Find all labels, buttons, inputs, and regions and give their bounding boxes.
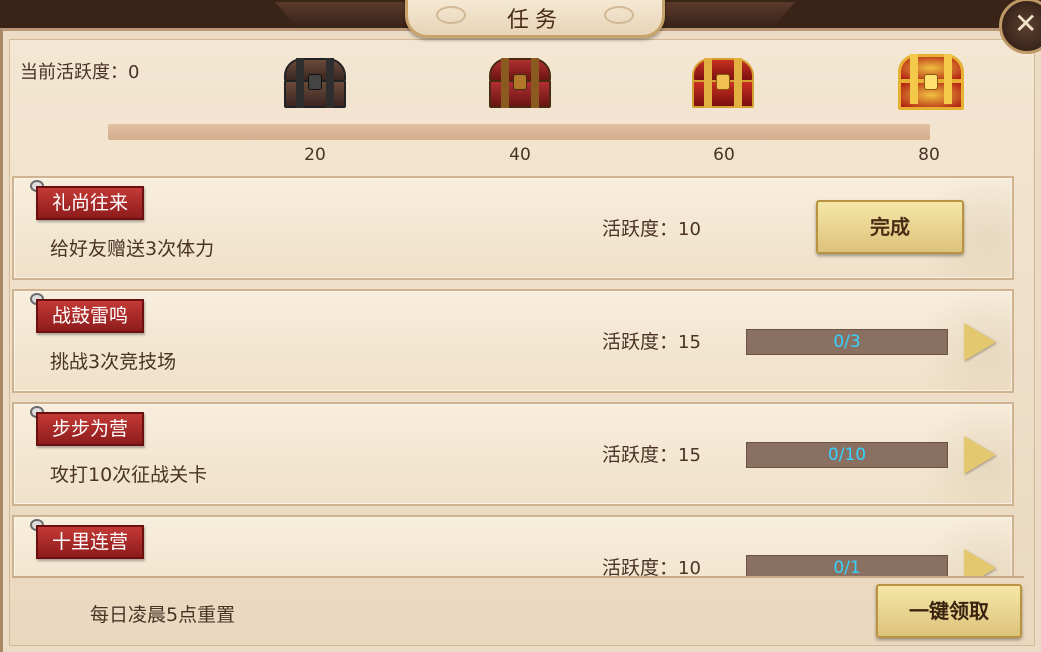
close-icon: ✕ [1014, 7, 1038, 40]
task-progress-bar: 0/3 [746, 329, 948, 355]
task-points-value: 10 [678, 219, 701, 240]
play-arrow-icon [964, 436, 996, 474]
current-activity-label: 当前活跃度： [20, 62, 128, 83]
window-title: 任务 [506, 8, 563, 33]
complete-button[interactable]: 完成 [816, 200, 964, 254]
task-title-tag: 十里连营 [36, 525, 145, 559]
title-wing-right [655, 2, 795, 26]
task-progress-bar: 0/10 [746, 442, 948, 468]
go-button[interactable] [964, 323, 998, 361]
task-row: 战鼓雷鸣 挑战3次竞技场 活跃度：15 0/3 [12, 289, 1014, 393]
task-activity-points: 活跃度：10 [602, 553, 701, 578]
go-button[interactable] [964, 436, 998, 474]
current-activity: 当前活跃度：0 [20, 58, 139, 84]
iron-chest-icon[interactable] [282, 56, 348, 112]
gold-chest-icon[interactable] [690, 56, 756, 112]
task-points-value: 15 [678, 332, 701, 353]
dragon-chest-icon[interactable] [896, 52, 966, 114]
task-description: 挑战3次竞技场 [50, 351, 177, 373]
task-title-tag: 礼尚往来 [36, 186, 145, 220]
task-row: 步步为营 攻打10次征战关卡 活跃度：15 0/10 [12, 402, 1014, 506]
go-button[interactable] [964, 549, 998, 576]
task-list[interactable]: 礼尚往来 给好友赠送3次体力 活跃度：10 完成 战鼓雷鸣 挑战3次竞技场 活跃… [12, 168, 1024, 578]
title-plaque-center: 任务 [405, 0, 665, 38]
bronze-chest-icon[interactable] [487, 56, 553, 112]
task-activity-points: 活跃度：15 [602, 440, 701, 467]
title-wing-left [275, 2, 415, 26]
task-title-tag: 步步为营 [36, 412, 145, 446]
task-points-label: 活跃度： [602, 218, 679, 240]
task-points-value: 15 [678, 445, 701, 466]
milestone-20: 20 [304, 145, 326, 165]
task-row: 十里连营 活跃度：10 0/1 [12, 515, 1014, 578]
task-points-value: 10 [678, 558, 701, 578]
claim-all-button[interactable]: 一键领取 [876, 584, 1022, 638]
reset-note: 每日凌晨5点重置 [90, 604, 236, 626]
milestone-80: 80 [918, 145, 940, 165]
task-points-label: 活跃度： [602, 331, 679, 353]
current-activity-value: 0 [128, 62, 140, 83]
play-arrow-icon [964, 549, 996, 576]
activity-progress-track [108, 124, 930, 140]
task-description: 给好友赠送3次体力 [50, 238, 215, 260]
task-points-label: 活跃度： [602, 557, 679, 578]
task-progress-bar: 0/1 [746, 555, 948, 576]
milestone-40: 40 [509, 145, 531, 165]
play-arrow-icon [964, 323, 996, 361]
task-activity-points: 活跃度：15 [602, 327, 701, 354]
task-title-tag: 战鼓雷鸣 [36, 299, 145, 333]
milestone-60: 60 [713, 145, 735, 165]
task-points-label: 活跃度： [602, 444, 679, 466]
task-description: 攻打10次征战关卡 [50, 464, 208, 486]
task-activity-points: 活跃度：10 [602, 214, 701, 241]
title-plaque: 任务 [275, 0, 795, 44]
quest-window: 任务 ✕ 当前活跃度：0 20 40 60 80 礼尚往来 给好友赠送3次体力 … [0, 0, 1041, 652]
task-row: 礼尚往来 给好友赠送3次体力 活跃度：10 完成 [12, 176, 1014, 280]
